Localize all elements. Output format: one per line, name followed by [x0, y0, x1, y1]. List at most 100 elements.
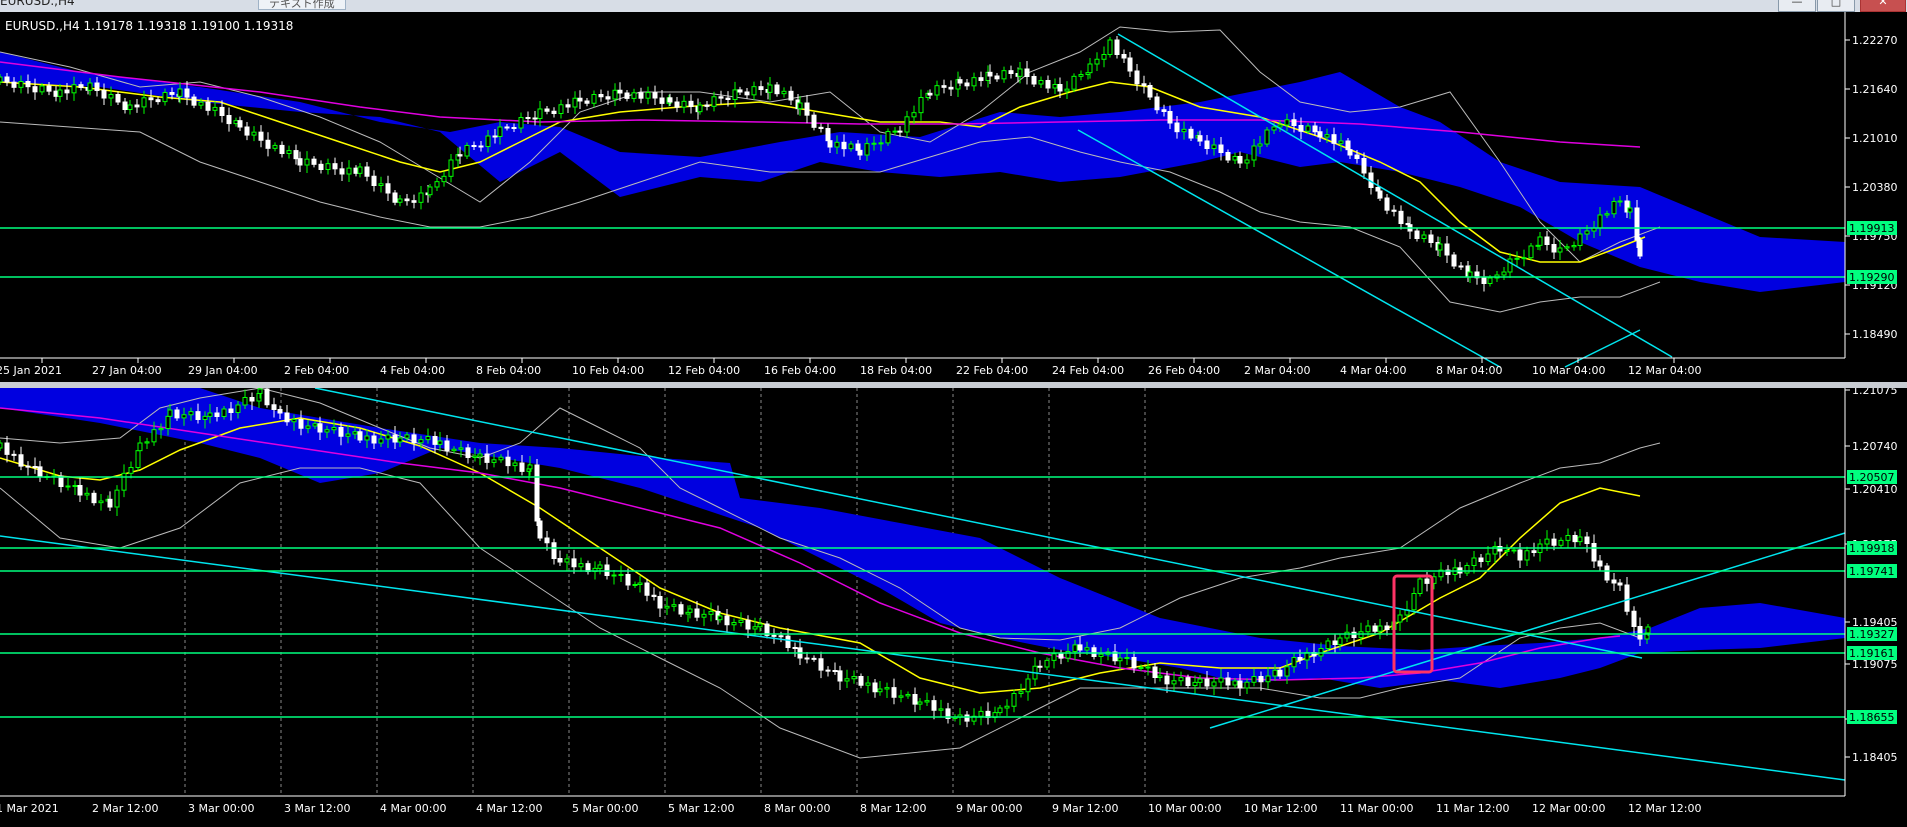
candle [878, 142, 884, 145]
candle [235, 404, 241, 413]
candle [1565, 535, 1571, 541]
candle [731, 622, 737, 626]
candle [317, 423, 323, 433]
time-tick-label: 12 Mar 12:00 [1628, 802, 1701, 815]
candle [497, 126, 503, 137]
candle [1185, 677, 1191, 686]
candle [271, 404, 277, 410]
candle [1152, 666, 1158, 678]
candle [837, 670, 843, 682]
minimize-button[interactable]: — [1778, 0, 1816, 12]
candle [492, 135, 498, 138]
candle [725, 97, 731, 100]
candle [357, 431, 363, 441]
candle [1127, 57, 1133, 72]
candle [1577, 536, 1583, 543]
candle [345, 433, 351, 437]
chart-header: EURUSD.,H4 1.19178 1.19318 1.19100 1.193… [5, 19, 293, 33]
candle [226, 115, 232, 125]
candle [1277, 124, 1283, 128]
time-tick-label: 10 Mar 04:00 [1532, 364, 1605, 377]
level-price-label: 1.19327 [1849, 628, 1895, 641]
candle [1514, 257, 1520, 260]
candle [938, 708, 944, 711]
candle [688, 100, 694, 108]
top-chart[interactable]: EURUSD.,H4 1.19178 1.19318 1.19100 1.193… [0, 12, 1907, 382]
candle [1627, 207, 1633, 213]
candle [1052, 84, 1058, 89]
candle [1124, 657, 1130, 659]
candle [597, 564, 603, 569]
candle [1171, 680, 1177, 685]
candle [1354, 154, 1360, 159]
candle [1312, 125, 1318, 133]
candle [4, 442, 10, 455]
candle [1064, 88, 1070, 92]
candle [1572, 535, 1578, 543]
candle [1192, 681, 1198, 686]
candle [244, 126, 250, 136]
candle [978, 77, 984, 81]
candle [578, 563, 584, 568]
candle [1258, 676, 1264, 683]
candle [1031, 76, 1037, 85]
candle [0, 442, 3, 449]
candle [128, 467, 134, 474]
candle [498, 456, 504, 461]
candle [1421, 234, 1427, 239]
candle [804, 102, 810, 116]
candle [205, 101, 211, 111]
candle [758, 86, 764, 90]
candle [1444, 243, 1450, 256]
candle [115, 94, 121, 103]
candle [418, 192, 424, 203]
maximize-button[interactable]: □ [1817, 0, 1855, 12]
candle [298, 419, 304, 429]
candle [917, 701, 923, 705]
candle [46, 85, 52, 92]
candle [1577, 233, 1583, 246]
candle [1361, 158, 1367, 174]
candle [624, 92, 630, 99]
candle [378, 438, 384, 444]
candle [121, 472, 127, 491]
bottom-chart[interactable]: 1.210751.207401.204101.200751.194051.190… [0, 388, 1907, 827]
candle [638, 92, 644, 99]
candle [1147, 85, 1153, 98]
candle [458, 447, 464, 450]
candle [392, 192, 398, 203]
candle [1571, 245, 1577, 248]
candle [534, 464, 540, 522]
time-tick-label: 25 Jan 2021 [0, 364, 62, 377]
candle [98, 500, 104, 504]
candle [978, 710, 984, 717]
candle [785, 635, 791, 648]
candle [1044, 659, 1050, 668]
candle [1094, 58, 1100, 65]
candle [891, 687, 897, 698]
candle [237, 120, 243, 128]
candle [724, 615, 730, 626]
candle [892, 130, 898, 133]
price-tick-label: 1.20380 [1852, 181, 1898, 194]
candle [64, 89, 70, 94]
close-button[interactable]: ✕ [1860, 0, 1906, 12]
candle [551, 542, 557, 559]
candle [1347, 149, 1353, 156]
candle [277, 409, 283, 414]
candle [1091, 647, 1097, 657]
candle [1604, 565, 1610, 581]
candle [584, 100, 590, 104]
candle [1145, 666, 1151, 669]
candle [767, 84, 773, 93]
time-tick-label: 5 Mar 00:00 [572, 802, 638, 815]
candle [912, 694, 918, 705]
candle [437, 440, 443, 445]
candle [1351, 631, 1357, 638]
candle [1537, 236, 1543, 246]
candle [188, 411, 194, 416]
candle [551, 110, 557, 114]
text-create-tab[interactable]: テキスト作成 [258, 0, 346, 10]
candle [558, 104, 564, 114]
candle [1634, 207, 1640, 241]
